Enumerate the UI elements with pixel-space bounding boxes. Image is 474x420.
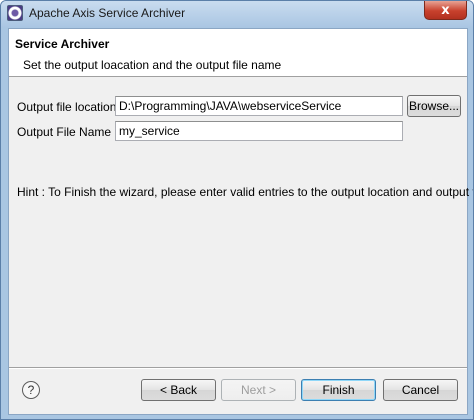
page-description: Set the output loacation and the output … <box>23 58 282 72</box>
wizard-header: Service Archiver Set the output loacatio… <box>9 29 467 77</box>
output-file-name-label: Output File Name <box>17 125 112 139</box>
output-location-input[interactable]: D:\Programming\JAVA\webserviceService <box>115 96 403 116</box>
finish-button[interactable]: Finish <box>301 379 376 401</box>
window-title: Apache Axis Service Archiver <box>29 6 186 20</box>
output-location-label: Output file location <box>17 100 117 114</box>
wizard-body: Service Archiver Set the output loacatio… <box>8 28 473 415</box>
browse-button[interactable]: Browse... <box>407 95 461 117</box>
footer-separator <box>9 367 467 369</box>
title-bar[interactable]: Apache Axis Service Archiver x <box>1 1 473 27</box>
hint-text: Hint : To Finish the wizard, please ente… <box>17 185 474 199</box>
next-button[interactable]: Next > <box>221 379 296 401</box>
cancel-button[interactable]: Cancel <box>383 379 458 401</box>
output-file-name-input[interactable]: my_service <box>115 121 403 141</box>
close-icon: x <box>441 2 450 18</box>
eclipse-app-icon <box>7 5 23 21</box>
wizard-window: Apache Axis Service Archiver x Service A… <box>0 0 474 420</box>
page-title: Service Archiver <box>15 37 110 51</box>
help-glyph: ? <box>27 383 35 397</box>
help-icon[interactable]: ? <box>22 381 40 399</box>
back-button[interactable]: < Back <box>141 379 216 401</box>
close-button[interactable]: x <box>424 1 467 20</box>
